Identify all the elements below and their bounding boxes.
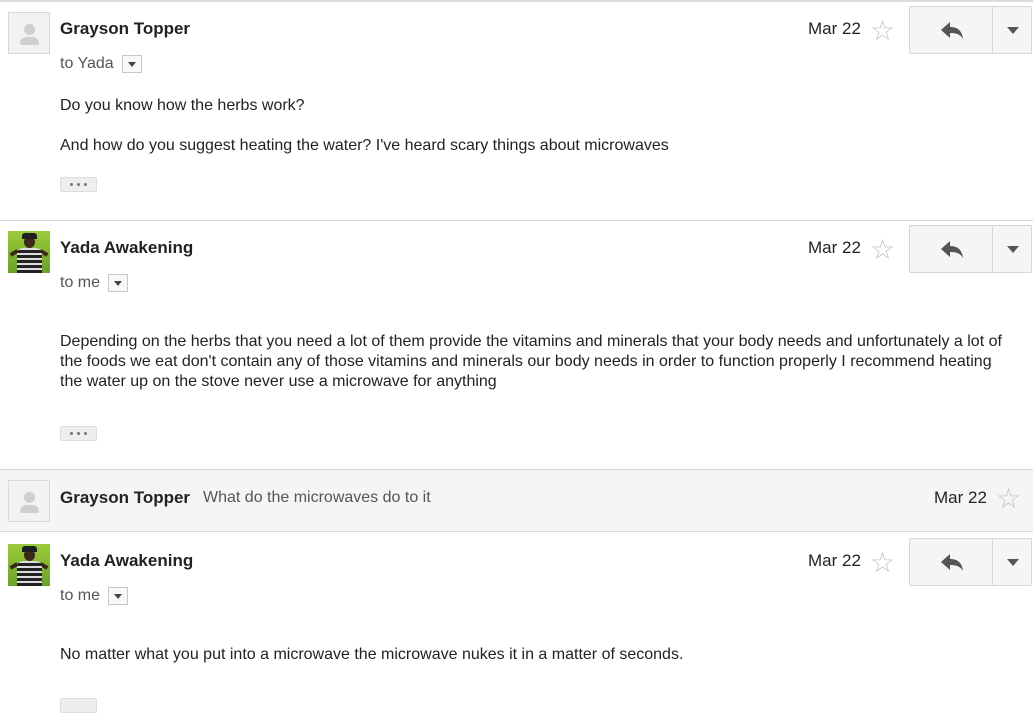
reply-icon <box>941 554 963 571</box>
recipient-line: to Yada <box>60 55 142 73</box>
recipient-details-toggle[interactable] <box>108 587 129 605</box>
message-date: Mar 22 <box>934 488 987 507</box>
more-actions-button[interactable] <box>993 538 1032 586</box>
top-border <box>0 0 1033 2</box>
message-body-line: Do you know how the herbs work? <box>60 97 305 114</box>
star-icon[interactable]: ☆ <box>870 17 895 45</box>
reply-controls <box>909 6 1032 56</box>
recipient-details-toggle[interactable] <box>108 274 129 292</box>
message-date: Mar 22 <box>808 551 861 570</box>
message-body-line: And how do you suggest heating the water… <box>60 137 669 154</box>
message-date: Mar 22 <box>808 238 861 257</box>
sender-name[interactable]: Grayson Topper <box>60 19 190 39</box>
recipient-label: to Yada <box>60 55 114 73</box>
more-actions-button[interactable] <box>993 225 1032 273</box>
reply-controls <box>909 538 1032 588</box>
recipient-line: to me <box>60 274 129 292</box>
collapsed-message[interactable]: Grayson Topper What do the microwaves do… <box>0 469 1033 532</box>
message-snippet: What do the microwaves do to it <box>203 489 431 506</box>
star-icon[interactable]: ☆ <box>870 549 895 577</box>
avatar[interactable] <box>8 231 50 273</box>
reply-button[interactable] <box>909 538 993 586</box>
reply-icon <box>941 22 963 39</box>
reply-icon <box>941 241 963 258</box>
avatar[interactable] <box>8 544 50 586</box>
avatar[interactable] <box>8 12 50 54</box>
reply-button[interactable] <box>909 6 993 54</box>
star-icon[interactable]: ☆ <box>996 485 1021 513</box>
recipient-line: to me <box>60 587 129 605</box>
show-trimmed-content-button[interactable] <box>60 426 97 441</box>
recipient-label: to me <box>60 587 101 605</box>
reply-button[interactable] <box>909 225 993 273</box>
show-trimmed-content-button[interactable] <box>60 698 97 713</box>
star-icon[interactable]: ☆ <box>870 236 895 264</box>
recipient-label: to me <box>60 274 101 292</box>
sender-name[interactable]: Yada Awakening <box>60 551 193 571</box>
recipient-details-toggle[interactable] <box>121 55 142 73</box>
message-body: Depending on the herbs that you need a l… <box>60 333 1002 390</box>
sender-name[interactable]: Grayson Topper <box>60 488 190 508</box>
message-body: No matter what you put into a microwave … <box>60 646 684 663</box>
message-date: Mar 22 <box>808 19 861 38</box>
more-actions-button[interactable] <box>993 6 1032 54</box>
avatar[interactable] <box>8 480 50 522</box>
sender-name[interactable]: Yada Awakening <box>60 238 193 258</box>
show-trimmed-content-button[interactable] <box>60 177 97 192</box>
message-divider <box>0 220 1033 221</box>
reply-controls <box>909 225 1032 275</box>
